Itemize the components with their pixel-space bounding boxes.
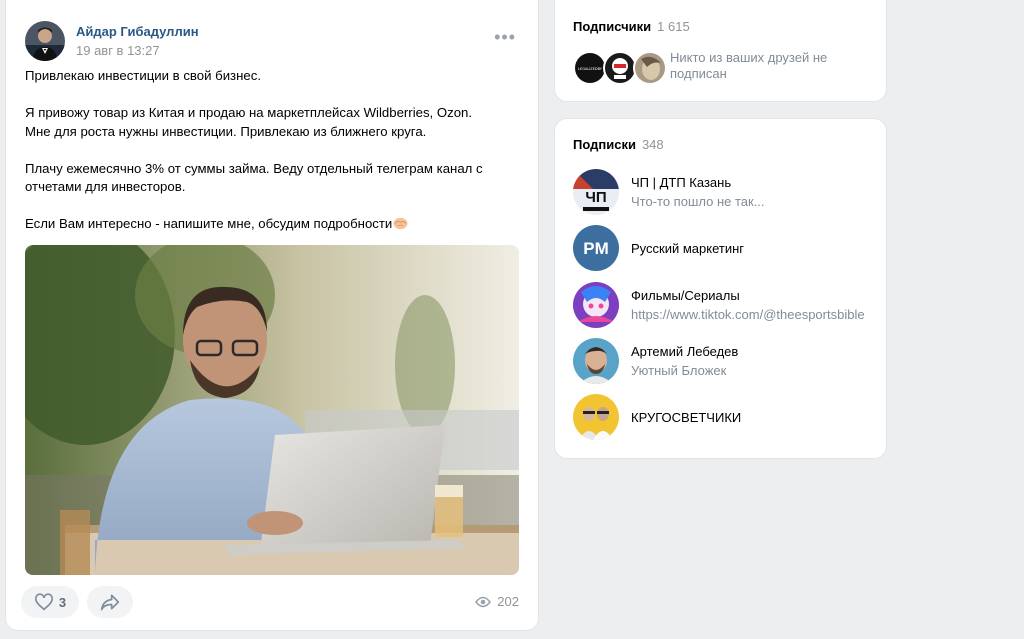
followers-block: Подписчики 1 615 LEGALIZEDBY Никто из ваш… xyxy=(555,0,886,101)
subscription-name: Фильмы/Сериалы xyxy=(631,288,740,303)
followers-count: 1 615 xyxy=(657,19,690,34)
views-count: 202 xyxy=(497,594,519,609)
subscription-avatar-text: PM xyxy=(583,239,609,258)
followers-title-text: Подписчики xyxy=(573,19,652,34)
subscriptions-count: 348 xyxy=(641,137,664,152)
subscription-avatar xyxy=(573,282,619,328)
subscription-texts: ЧП | ДТП Казань Что-то пошло не так... xyxy=(631,174,765,210)
post-text: Привлекаю инвестиции в свой бизнес. Я пр… xyxy=(25,67,515,234)
follower-avatar[interactable] xyxy=(633,51,667,85)
post-date-link[interactable]: 19 авг в 13:27 xyxy=(76,42,199,59)
subscription-name: ЧП | ДТП Казань xyxy=(631,175,732,190)
subscription-texts: КРУГОСВЕТЧИКИ xyxy=(631,409,741,426)
like-count: 3 xyxy=(58,594,67,610)
subscription-name: КРУГОСВЕТЧИКИ xyxy=(631,409,742,425)
handshake-emoji xyxy=(393,217,408,230)
subscription-name: Артемий Лебедев xyxy=(631,344,739,359)
subscription-item[interactable]: PM Русский маркетинг xyxy=(573,225,744,271)
subscription-name: Русский маркетинг xyxy=(631,240,745,256)
author-avatar[interactable] xyxy=(25,21,65,61)
subscription-desc: Уютный Бложек xyxy=(631,363,727,378)
follower-avatar[interactable] xyxy=(603,51,637,85)
follower-avatar-text: LEGALIZEDBY xyxy=(578,67,603,71)
subscription-desc: Что-то пошло не так... xyxy=(631,194,765,209)
share-button[interactable] xyxy=(87,586,133,618)
views-counter: 202 xyxy=(475,594,519,609)
post-paragraph: Я привожу товар из Китая и продаю на мар… xyxy=(25,105,473,139)
post-actions: 3 202 xyxy=(21,586,521,618)
subscription-texts: Русский маркетинг xyxy=(631,240,744,257)
subscription-avatar: ЧП xyxy=(573,169,619,215)
subscription-item[interactable]: ЧП ЧП | ДТП Казань Что-то пошло не так..… xyxy=(573,169,765,215)
post-paragraph: Привлекаю инвестиции в свой бизнес. xyxy=(25,68,261,83)
post-header: Айдар Гибадуллин 19 авг в 13:27 xyxy=(25,20,199,62)
followers-title[interactable]: Подписчики 1 615 xyxy=(573,19,690,34)
subscriptions-block: Подписки 348 ЧП ЧП | ДТП Казань Что-то по… xyxy=(555,119,886,458)
followers-note: Никто из ваших друзей не подписан xyxy=(670,50,828,81)
post-paragraph: Плачу ежемесячно 3% от суммы займа. Веду… xyxy=(25,160,483,195)
share-arrow-icon xyxy=(100,594,120,611)
subscription-avatar: PM xyxy=(573,225,619,271)
wall-post: Айдар Гибадуллин 19 авг в 13:27 ••• Прив… xyxy=(6,0,538,630)
subscriptions-title[interactable]: Подписки 348 xyxy=(573,137,664,152)
subscription-item[interactable]: Фильмы/Сериалы https://www.tiktok.com/@t… xyxy=(573,282,865,328)
subscription-texts: Артемий Лебедев Уютный Бложек xyxy=(631,343,738,379)
subscription-avatar-text: ЧП xyxy=(585,189,606,206)
subscription-avatar xyxy=(573,394,619,440)
like-button[interactable]: 3 xyxy=(21,586,79,618)
author-block: Айдар Гибадуллин 19 авг в 13:27 xyxy=(76,23,199,59)
post-paragraph-text: Если Вам интересно - напишите мне, обсуд… xyxy=(25,216,393,231)
ellipsis-icon[interactable]: ••• xyxy=(494,28,516,46)
post-photo[interactable] xyxy=(25,245,519,575)
subscriptions-title-text: Подписки xyxy=(573,137,636,152)
subscription-item[interactable]: Артемий Лебедев Уютный Бложек xyxy=(573,338,738,384)
eye-icon xyxy=(475,596,492,607)
author-name-link[interactable]: Айдар Гибадуллин xyxy=(76,23,199,40)
subscription-desc: https://www.tiktok.com/@theesportsbible xyxy=(631,307,865,322)
follower-avatar[interactable]: LEGALIZEDBY xyxy=(573,51,607,85)
post-paragraph-last: Если Вам интересно - напишите мне, обсуд… xyxy=(25,215,515,234)
subscription-item[interactable]: КРУГОСВЕТЧИКИ xyxy=(573,394,741,440)
heart-icon xyxy=(34,593,53,611)
subscription-texts: Фильмы/Сериалы https://www.tiktok.com/@t… xyxy=(631,287,865,323)
followers-avatars: LEGALIZEDBY xyxy=(573,51,667,85)
subscription-avatar xyxy=(573,338,619,384)
